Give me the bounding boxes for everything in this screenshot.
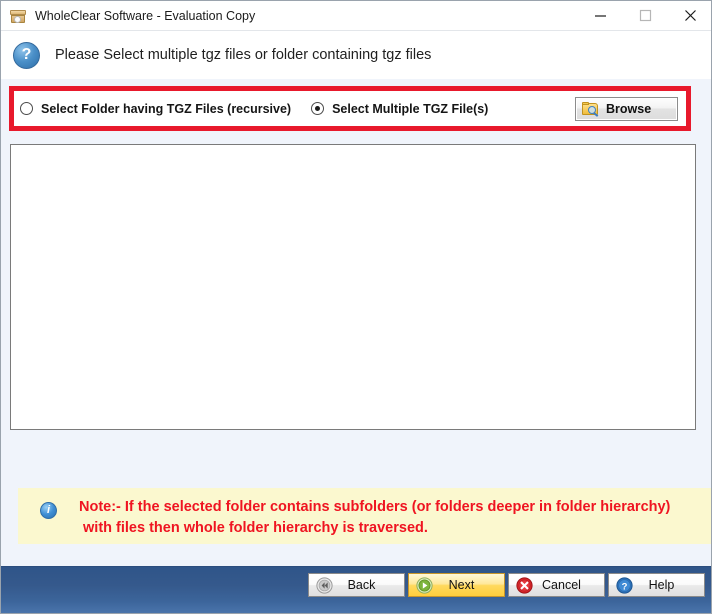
source-options-row: Select Folder having TGZ Files (recursiv… xyxy=(14,91,686,126)
folder-search-icon xyxy=(582,101,599,117)
rewind-icon xyxy=(316,576,333,594)
cancel-button[interactable]: Cancel xyxy=(508,573,605,597)
header-prompt-row: ? Please Select multiple tgz files or fo… xyxy=(1,31,711,79)
close-icon[interactable] xyxy=(668,1,711,30)
help-icon: ? xyxy=(616,576,633,594)
back-button-label: Back xyxy=(347,578,376,592)
radio-folder-indicator[interactable] xyxy=(20,102,33,115)
radio-option-files[interactable]: Select Multiple TGZ File(s) xyxy=(311,102,488,116)
question-mark-icon: ? xyxy=(13,41,40,69)
cancel-icon xyxy=(516,576,533,594)
back-button[interactable]: Back xyxy=(308,573,405,597)
window-title: WholeClear Software - Evaluation Copy xyxy=(35,8,256,23)
window-controls xyxy=(578,1,711,30)
title-bar: WholeClear Software - Evaluation Copy xyxy=(1,1,711,31)
annotation-highlight-box: Select Folder having TGZ Files (recursiv… xyxy=(9,86,691,131)
archive-box-icon xyxy=(9,7,27,25)
browse-button[interactable]: Browse xyxy=(575,96,678,121)
cancel-button-label: Cancel xyxy=(542,578,581,592)
info-icon: i xyxy=(40,502,57,519)
application-window: WholeClear Software - Evaluation Copy ? … xyxy=(0,0,712,614)
page-title: Please Select multiple tgz files or fold… xyxy=(55,47,432,63)
next-button-label: Next xyxy=(448,578,475,592)
radio-files-indicator[interactable] xyxy=(311,102,325,115)
wizard-button-strip: Back Next Cancel ? Help xyxy=(308,573,705,597)
maximize-icon[interactable] xyxy=(623,1,668,30)
browse-button-label: Browse xyxy=(606,101,652,116)
minimize-icon[interactable] xyxy=(578,1,623,30)
note-text: Note:- If the selected folder contains s… xyxy=(79,499,671,536)
play-icon xyxy=(416,576,433,594)
radio-files-label: Select Multiple TGZ File(s) xyxy=(332,101,489,116)
radio-folder-label: Select Folder having TGZ Files (recursiv… xyxy=(41,101,292,116)
footer-bar: Back Next Cancel ? Help xyxy=(1,566,711,613)
next-button[interactable]: Next xyxy=(408,573,505,597)
help-button[interactable]: ? Help xyxy=(608,573,705,597)
selected-files-listbox[interactable] xyxy=(10,144,696,430)
radio-option-folder[interactable]: Select Folder having TGZ Files (recursiv… xyxy=(20,102,291,116)
svg-text:?: ? xyxy=(622,581,628,592)
note-panel: i Note:- If the selected folder contains… xyxy=(18,488,711,544)
help-button-label: Help xyxy=(648,578,675,592)
